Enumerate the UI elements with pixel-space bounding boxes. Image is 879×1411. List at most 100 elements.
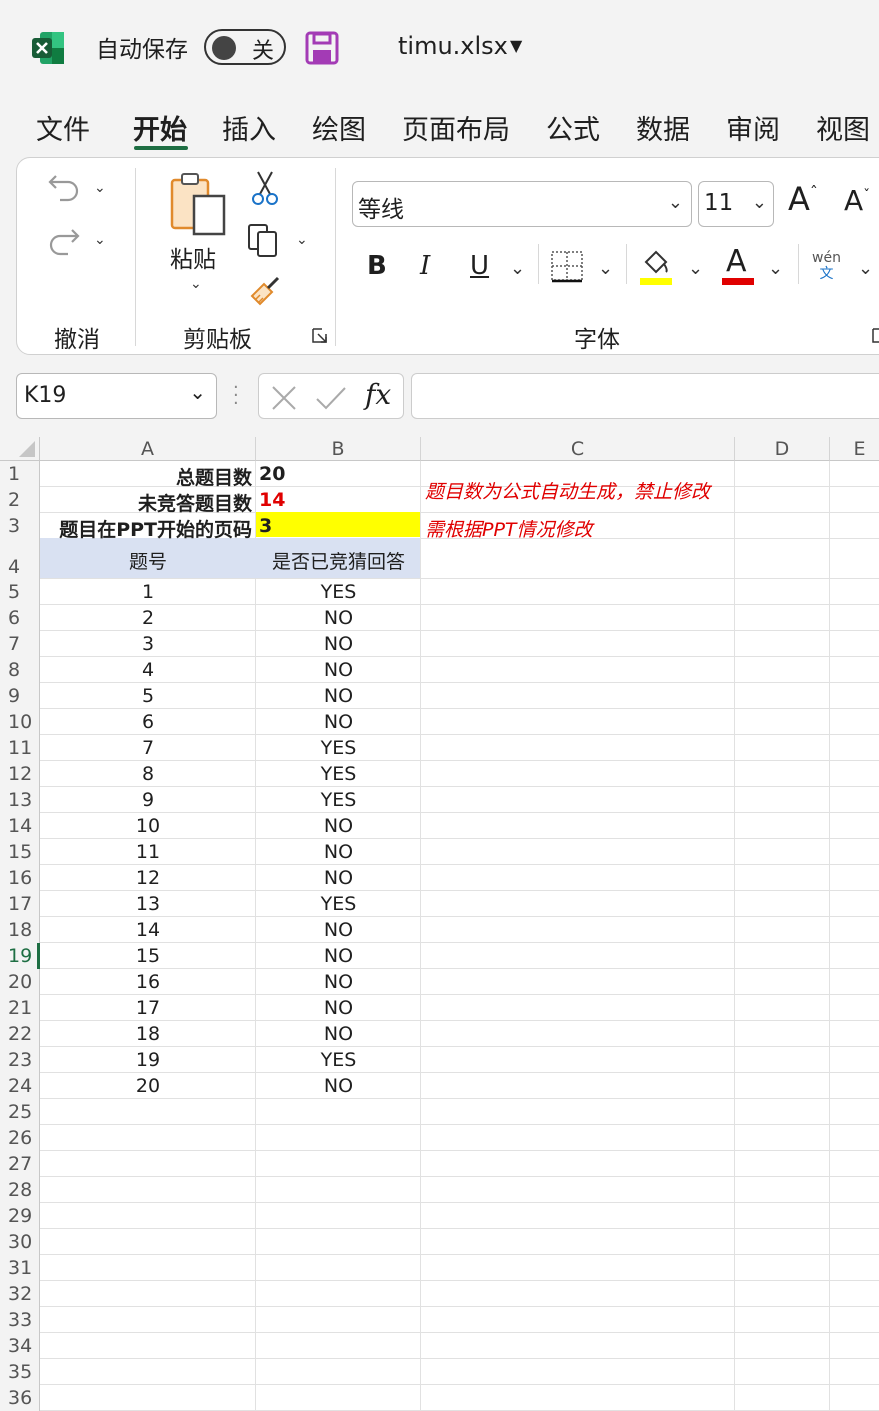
tab-insert[interactable]: 插入 (222, 108, 276, 147)
row-header[interactable]: 25 (0, 1099, 40, 1125)
tab-review[interactable]: 审阅 (726, 108, 780, 147)
row-header[interactable]: 9 (0, 683, 40, 709)
redo-icon[interactable] (46, 222, 82, 262)
phonetic-guide-button[interactable]: wén 文 (812, 250, 841, 282)
save-icon[interactable] (304, 30, 340, 66)
row-header[interactable]: 33 (0, 1307, 40, 1333)
row-header[interactable]: 19 (0, 943, 40, 969)
row-header[interactable]: 1 (0, 461, 40, 487)
row-header[interactable]: 26 (0, 1125, 40, 1151)
undo-dropdown-icon[interactable]: ⌄ (94, 180, 106, 196)
row-header[interactable]: 30 (0, 1229, 40, 1255)
underline-button[interactable]: U (470, 251, 489, 281)
row-header[interactable]: 15 (0, 839, 40, 865)
formula-input[interactable] (411, 373, 879, 419)
question-number-cell[interactable]: 20 (40, 1075, 256, 1097)
column-header-d[interactable]: D (735, 437, 830, 461)
insert-function-button[interactable]: fx (365, 378, 391, 411)
tab-draw[interactable]: 绘图 (312, 108, 366, 147)
enter-icon[interactable] (315, 385, 347, 411)
font-color-dropdown-icon[interactable]: ⌄ (768, 258, 783, 279)
tab-formulas[interactable]: 公式 (546, 108, 600, 147)
answered-status-cell[interactable]: NO (256, 1023, 421, 1045)
row-header[interactable]: 20 (0, 969, 40, 995)
row-header[interactable]: 16 (0, 865, 40, 891)
more-options-icon[interactable]: · · · (233, 379, 239, 413)
worksheet-grid[interactable]: A B C D E 1 2 3 4 5 6 7 8 9 10 11 12 13 14 15 16 17 18 19 2… (0, 437, 879, 1411)
question-number-cell[interactable]: 8 (40, 763, 256, 785)
shrink-font-button[interactable]: Aˇ (844, 184, 870, 217)
italic-button[interactable]: I (420, 251, 430, 281)
answered-status-cell[interactable]: NO (256, 1075, 421, 1097)
paste-icon[interactable] (168, 172, 228, 240)
redo-dropdown-icon[interactable]: ⌄ (94, 232, 106, 248)
row-header[interactable]: 18 (0, 917, 40, 943)
total-value[interactable]: 20 (259, 463, 285, 485)
undo-icon[interactable] (46, 168, 82, 208)
row-header[interactable]: 28 (0, 1177, 40, 1203)
font-color-button[interactable]: A (726, 244, 747, 279)
question-number-cell[interactable]: 9 (40, 789, 256, 811)
name-box[interactable]: K19 ⌄ (16, 373, 217, 419)
total-label[interactable]: 总题目数 (40, 463, 252, 490)
answered-status-cell[interactable]: NO (256, 815, 421, 837)
row-header[interactable]: 5 (0, 579, 40, 605)
unanswered-value[interactable]: 14 (259, 489, 285, 511)
autosave-toggle[interactable]: 关 (204, 29, 286, 65)
cancel-icon[interactable] (271, 385, 297, 411)
question-number-cell[interactable]: 3 (40, 633, 256, 655)
ppt-note[interactable]: 需根据PPT情况修改 (425, 515, 735, 542)
question-number-cell[interactable]: 1 (40, 581, 256, 603)
file-name[interactable]: timu.xlsx (398, 32, 508, 60)
underline-dropdown-icon[interactable]: ⌄ (510, 258, 525, 279)
row-header[interactable]: 14 (0, 813, 40, 839)
question-number-cell[interactable]: 13 (40, 893, 256, 915)
font-name-combobox[interactable]: 等线 ⌄ (352, 181, 692, 227)
bold-button[interactable]: B (367, 251, 387, 281)
answered-status-cell[interactable]: NO (256, 997, 421, 1019)
question-number-cell[interactable]: 4 (40, 659, 256, 681)
formula-note[interactable]: 题目数为公式自动生成，禁止修改 (425, 477, 735, 504)
row-header[interactable]: 23 (0, 1047, 40, 1073)
column-header-e[interactable]: E (830, 437, 879, 461)
question-number-cell[interactable]: 19 (40, 1049, 256, 1071)
answered-status-cell[interactable]: NO (256, 607, 421, 629)
row-header[interactable]: 7 (0, 631, 40, 657)
start-page-value[interactable]: 3 (259, 515, 272, 537)
column-header-a[interactable]: A (40, 437, 256, 461)
row-header[interactable]: 29 (0, 1203, 40, 1229)
borders-dropdown-icon[interactable]: ⌄ (598, 258, 613, 279)
tab-data[interactable]: 数据 (636, 108, 690, 147)
copy-dropdown-icon[interactable]: ⌄ (296, 232, 308, 248)
answered-status-cell[interactable]: NO (256, 711, 421, 733)
row-header[interactable]: 35 (0, 1359, 40, 1385)
row-header[interactable]: 12 (0, 761, 40, 787)
question-number-cell[interactable]: 18 (40, 1023, 256, 1045)
question-number-cell[interactable]: 14 (40, 919, 256, 941)
row-header[interactable]: 24 (0, 1073, 40, 1099)
tab-view[interactable]: 视图 (816, 108, 870, 147)
tab-page-layout[interactable]: 页面布局 (402, 108, 510, 147)
column-header-b[interactable]: B (256, 437, 421, 461)
font-size-combobox[interactable]: 11 ⌄ (698, 181, 774, 227)
question-number-cell[interactable]: 12 (40, 867, 256, 889)
question-number-cell[interactable]: 11 (40, 841, 256, 863)
row-header[interactable]: 17 (0, 891, 40, 917)
paste-dropdown-icon[interactable]: ⌄ (190, 276, 202, 292)
row-header[interactable]: 6 (0, 605, 40, 631)
row-header[interactable]: 34 (0, 1333, 40, 1359)
question-number-cell[interactable]: 15 (40, 945, 256, 967)
format-painter-icon[interactable] (248, 274, 282, 312)
answered-status-cell[interactable]: YES (256, 893, 421, 915)
question-number-cell[interactable]: 2 (40, 607, 256, 629)
grow-font-button[interactable]: Aˆ (788, 180, 818, 218)
answered-status-cell[interactable]: YES (256, 763, 421, 785)
table-header-answered[interactable]: 是否已竞猜回答 (256, 547, 421, 574)
column-header-c[interactable]: C (421, 437, 735, 461)
table-header-number[interactable]: 题号 (40, 547, 256, 574)
question-number-cell[interactable]: 7 (40, 737, 256, 759)
question-number-cell[interactable]: 10 (40, 815, 256, 837)
clipboard-launcher-icon[interactable] (312, 328, 328, 348)
tab-home[interactable]: 开始 (133, 108, 187, 147)
start-page-label[interactable]: 题目在PPT开始的页码 (40, 515, 252, 542)
